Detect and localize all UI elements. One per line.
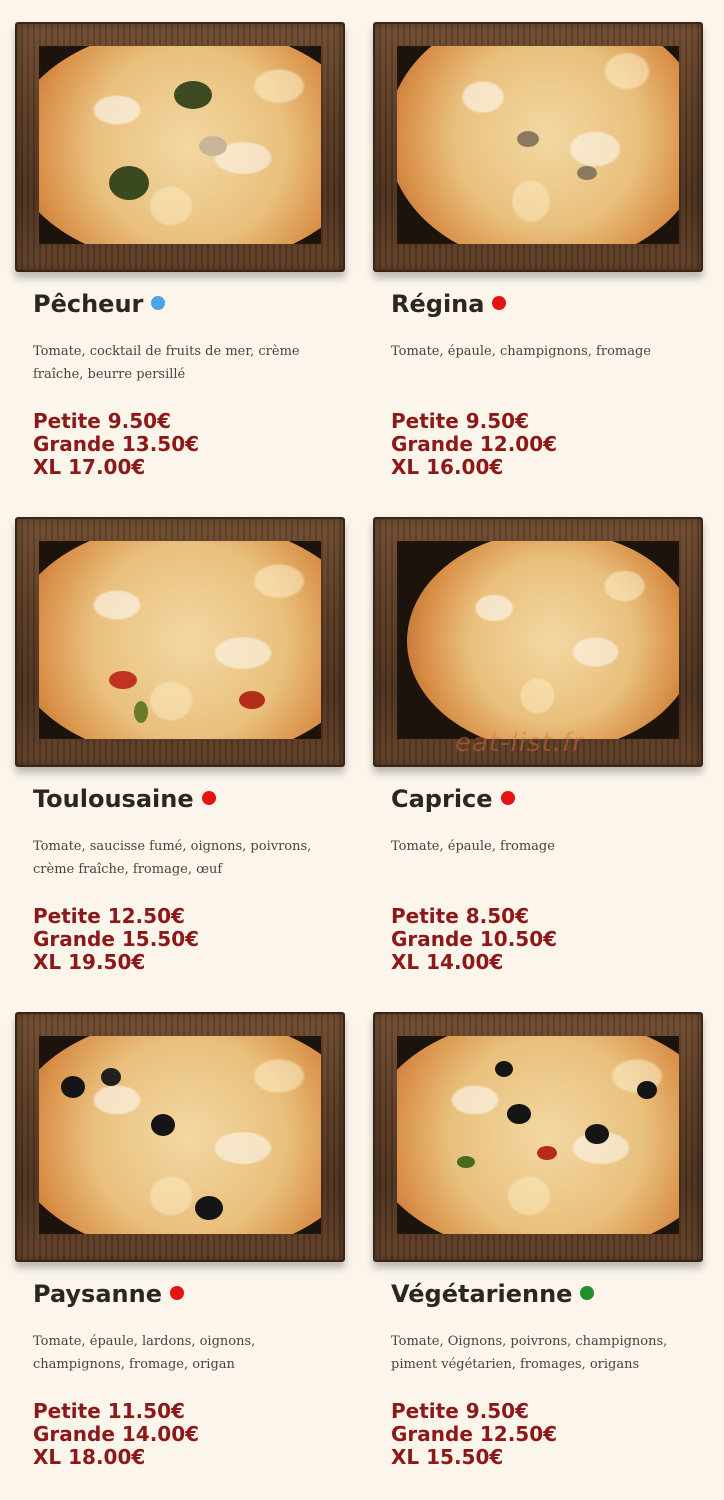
price-petite: Petite 9.50€ [391, 1399, 529, 1423]
olive-topping [195, 1196, 223, 1220]
pizza-ingredients: Tomate, épaule, lardons, oignons, champi… [33, 1334, 256, 1372]
price-petite: Petite 8.50€ [391, 904, 529, 928]
pepper-topping [537, 1146, 557, 1160]
pizza-prices: Petite 9.50€ Grande 13.50€ XL 17.00€ [33, 410, 199, 479]
pizza-photo-frame [15, 22, 345, 272]
diet-indicator-dot [151, 296, 166, 310]
pizza-name: Toulousaine [33, 785, 216, 813]
pizza-photo-frame [373, 1012, 703, 1262]
pizza-image [407, 541, 679, 739]
pizza-photo-frame [15, 517, 345, 767]
price-xl: XL 17.00€ [33, 455, 146, 479]
price-grande: Grande 12.50€ [391, 1422, 558, 1446]
olive-topping [61, 1076, 85, 1098]
price-xl: XL 14.00€ [391, 950, 504, 974]
price-petite: Petite 9.50€ [391, 409, 529, 433]
olive-topping [101, 1068, 121, 1086]
pizza-card-vegetarienne: Végétarienne Tomate, Oignons, poivrons, … [373, 1012, 703, 1482]
pizza-name: Paysanne [33, 1280, 184, 1308]
price-grande: Grande 13.50€ [33, 432, 200, 456]
diet-indicator-dot [201, 791, 216, 805]
price-grande: Grande 15.50€ [33, 927, 200, 951]
price-petite: Petite 11.50€ [33, 1399, 185, 1423]
pizza-name: Végétarienne [391, 1280, 595, 1308]
olive-topping [495, 1061, 513, 1077]
pepper-topping [457, 1156, 475, 1168]
pizza-name: Pêcheur [33, 290, 166, 318]
pepper-topping [239, 691, 265, 709]
pizza-ingredients: Tomate, saucisse fumé, oignons, poivrons… [33, 839, 312, 877]
olive-topping [151, 1114, 175, 1136]
olive-topping [637, 1081, 657, 1099]
olive-topping [507, 1104, 531, 1124]
diet-indicator-dot [492, 296, 507, 310]
pizza-image [397, 46, 679, 244]
pizza-image [39, 1036, 321, 1234]
price-grande: Grande 12.00€ [391, 432, 558, 456]
diet-indicator-dot [500, 791, 515, 805]
price-petite: Petite 9.50€ [33, 409, 171, 433]
pizza-name: Caprice [391, 785, 515, 813]
price-xl: XL 15.50€ [391, 1445, 504, 1469]
pizza-photo [397, 541, 679, 739]
pizza-prices: Petite 9.50€ Grande 12.00€ XL 16.00€ [391, 410, 557, 479]
pizza-photo-frame [373, 22, 703, 272]
price-grande: Grande 10.50€ [391, 927, 558, 951]
watermark: eat-list.fr [455, 728, 584, 758]
price-petite: Petite 12.50€ [33, 904, 185, 928]
broccoli-topping [174, 81, 212, 109]
pizza-ingredients: Tomate, épaule, champignons, fromage [391, 344, 651, 359]
price-xl: XL 18.00€ [33, 1445, 146, 1469]
pizza-ingredients: Tomate, Oignons, poivrons, champignons, … [391, 1334, 668, 1372]
price-grande: Grande 14.00€ [33, 1422, 200, 1446]
pizza-photo [397, 1036, 679, 1234]
pizza-prices: Petite 9.50€ Grande 12.50€ XL 15.50€ [391, 1400, 557, 1469]
seafood-topping [199, 136, 227, 156]
pizza-image [397, 1036, 679, 1234]
pizza-ingredients: Tomate, épaule, fromage [391, 839, 555, 854]
mushroom-topping [517, 131, 539, 147]
mushroom-topping [577, 166, 597, 180]
diet-indicator-dot [580, 1286, 595, 1300]
pizza-card-pecheur: Pêcheur Tomate, cocktail de fruits de me… [15, 22, 345, 492]
pizza-photo-frame [15, 1012, 345, 1262]
price-xl: XL 19.50€ [33, 950, 146, 974]
pizza-image [39, 541, 321, 739]
pepper-topping [109, 671, 137, 689]
pizza-photo [39, 46, 321, 244]
pizza-image [39, 46, 321, 244]
pizza-prices: Petite 8.50€ Grande 10.50€ XL 14.00€ [391, 905, 557, 974]
price-xl: XL 16.00€ [391, 455, 504, 479]
broccoli-topping [109, 166, 149, 200]
pizza-card-toulousaine: Toulousaine Tomate, saucisse fumé, oigno… [15, 517, 345, 987]
pizza-ingredients: Tomate, cocktail de fruits de mer, crème… [33, 344, 300, 382]
pizza-photo [397, 46, 679, 244]
pepper-topping [134, 701, 148, 723]
pizza-menu-grid: Pêcheur Tomate, cocktail de fruits de me… [0, 0, 724, 1500]
diet-indicator-dot [169, 1286, 184, 1300]
pizza-card-paysanne: Paysanne Tomate, épaule, lardons, oignon… [15, 1012, 345, 1482]
pizza-photo [39, 1036, 321, 1234]
pizza-photo [39, 541, 321, 739]
pizza-prices: Petite 11.50€ Grande 14.00€ XL 18.00€ [33, 1400, 199, 1469]
olive-topping [585, 1124, 609, 1144]
pizza-card-regina: Régina Tomate, épaule, champignons, from… [373, 22, 703, 492]
pizza-prices: Petite 12.50€ Grande 15.50€ XL 19.50€ [33, 905, 199, 974]
pizza-name: Régina [391, 290, 507, 318]
